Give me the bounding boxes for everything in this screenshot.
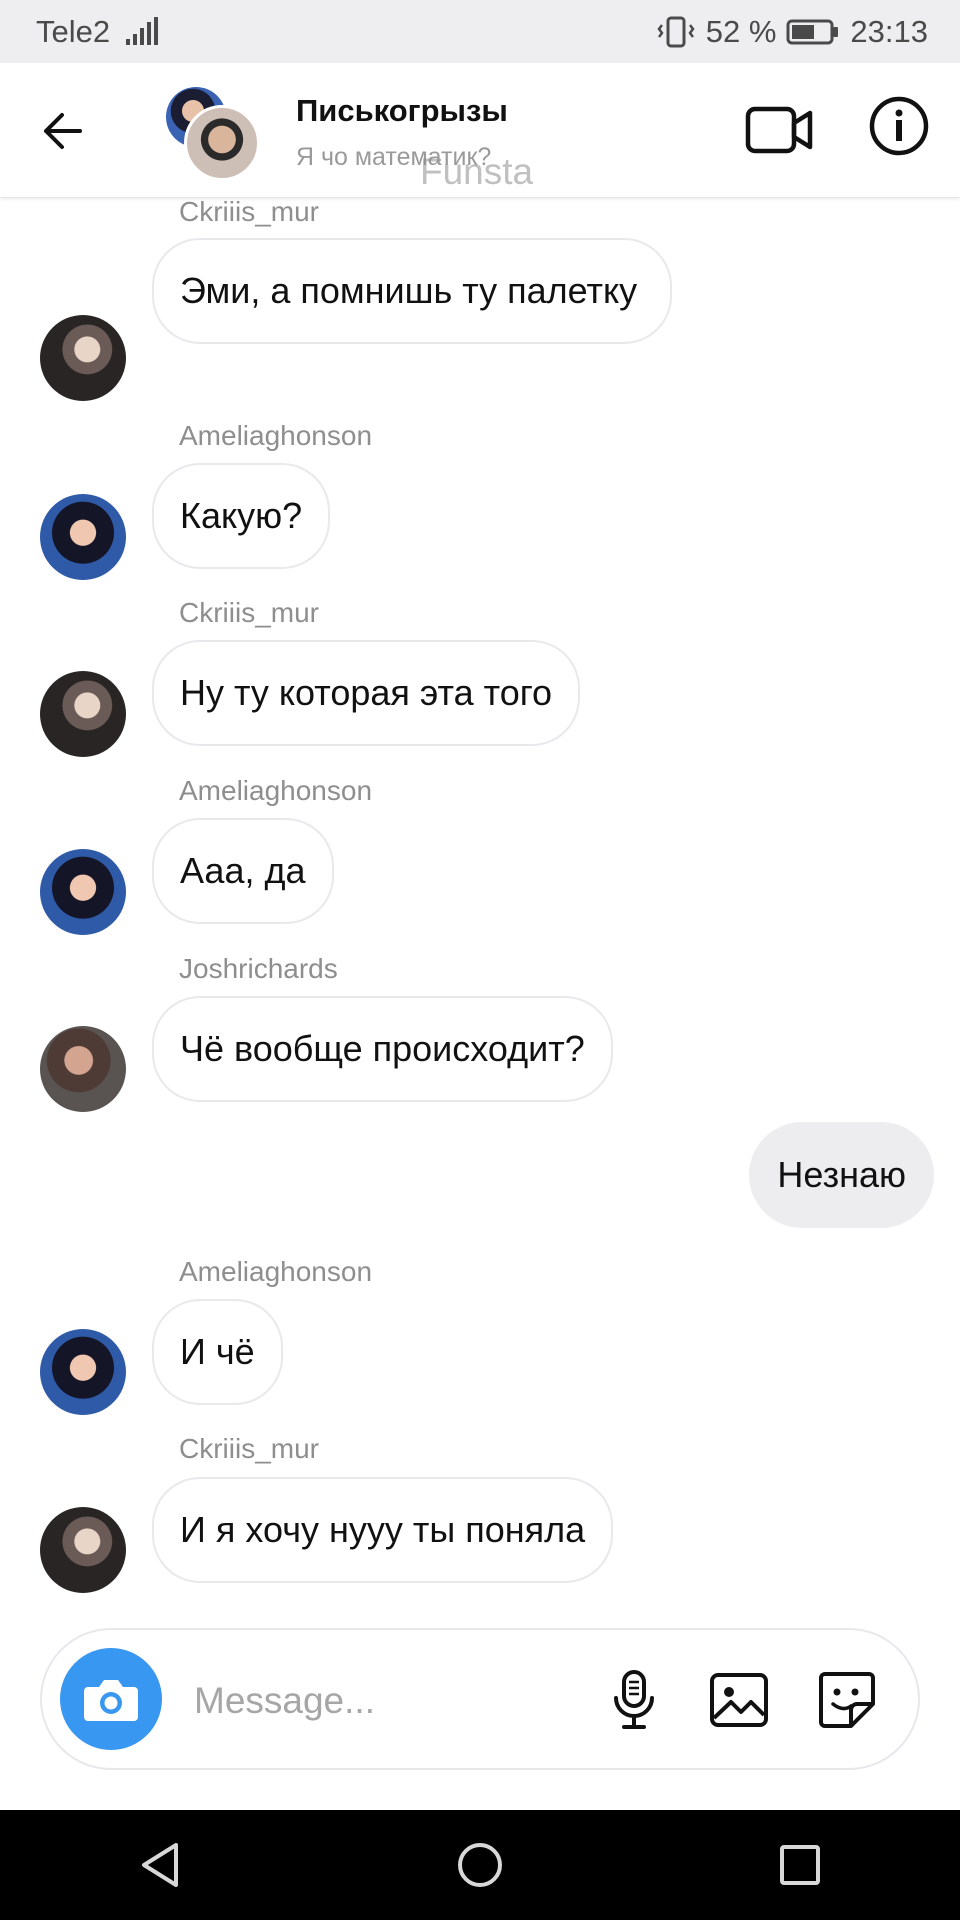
sender-name: Ckriiis_mur: [179, 597, 319, 628]
nav-home-button[interactable]: [450, 1835, 510, 1895]
sender-name: Ameliaghonson: [179, 1256, 373, 1287]
message-bubble[interactable]: Эми, а помнишь ту палетку: [152, 238, 672, 344]
avatar[interactable]: [40, 494, 126, 580]
message-composer: [40, 1628, 920, 1770]
status-bar: Tele2 52 % 23:13: [0, 0, 960, 63]
message-bubble[interactable]: И чё: [152, 1299, 283, 1405]
message-bubble[interactable]: Ну ту которая эта того: [152, 640, 581, 746]
avatar[interactable]: [40, 671, 126, 757]
sender-name: Ckriiis_mur: [179, 196, 319, 227]
group-avatar[interactable]: [166, 87, 260, 181]
message-bubble[interactable]: Чё вообще происходит?: [152, 996, 613, 1102]
sender-name: Ameliaghonson: [179, 775, 373, 806]
sender-name: Ameliaghonson: [179, 420, 373, 451]
back-arrow-icon[interactable]: [36, 103, 92, 159]
camera-icon: [84, 1680, 138, 1721]
avatar[interactable]: [40, 1329, 126, 1415]
signal-icon: [126, 16, 159, 45]
message-bubble[interactable]: Какую?: [152, 463, 331, 569]
message-bubble[interactable]: И я хочу нууу ты поняла: [152, 1477, 614, 1583]
microphone-icon[interactable]: [602, 1668, 666, 1732]
gallery-icon[interactable]: [707, 1668, 771, 1732]
navigation-bar: [0, 1810, 960, 1920]
vibrate-icon: [657, 16, 695, 47]
info-icon[interactable]: [868, 95, 930, 157]
battery-percent: 52 %: [705, 13, 777, 49]
sticker-icon[interactable]: [815, 1668, 879, 1732]
sender-name: Ckriiis_mur: [179, 1433, 319, 1464]
my-message-bubble[interactable]: Незнаю: [749, 1122, 934, 1228]
nav-recents-button[interactable]: [770, 1835, 830, 1895]
message-bubble[interactable]: Ааа, да: [152, 818, 334, 924]
triangle-back-icon: [142, 1843, 178, 1887]
avatar[interactable]: [40, 1026, 126, 1112]
watermark: Funsta: [420, 151, 534, 192]
carrier-label: Tele2: [36, 13, 111, 49]
chat-title[interactable]: Писькогрызы: [296, 93, 508, 129]
battery-icon: [786, 19, 839, 44]
avatar[interactable]: [40, 315, 126, 401]
square-recents-icon: [780, 1845, 820, 1885]
avatar: [184, 105, 260, 181]
avatar[interactable]: [40, 1507, 126, 1593]
avatar[interactable]: [40, 849, 126, 935]
sender-name: Joshrichards: [179, 953, 338, 984]
chat-header: Писькогрызы Я чо математик? Funsta: [0, 63, 960, 198]
nav-back-button[interactable]: [130, 1835, 190, 1895]
circle-home-icon: [458, 1843, 502, 1887]
message-input[interactable]: [192, 1670, 596, 1732]
clock: 23:13: [850, 13, 928, 49]
video-call-icon[interactable]: [744, 95, 814, 165]
camera-button[interactable]: [60, 1648, 162, 1750]
